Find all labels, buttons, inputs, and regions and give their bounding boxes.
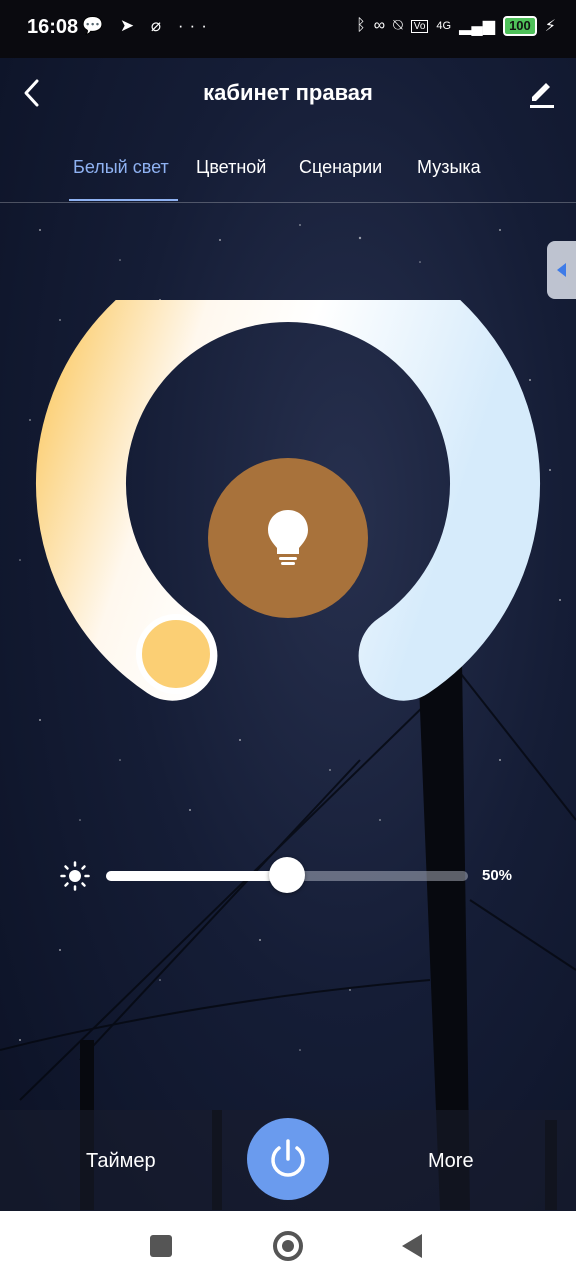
page-title: кабинет правая (203, 80, 373, 105)
home-circle-icon[interactable] (273, 1231, 303, 1261)
signal-4g-icon: 4G (436, 20, 452, 32)
app-icon: ⌀ (150, 16, 168, 35)
chat-icon: 💬 (82, 16, 110, 35)
screen: 16:08 💬 ➤ ⌀ ··· ᛒ ∞ ⍉ Vo 4G ▂▄▆ 100 ⚡ ка… (0, 0, 576, 1280)
tab-white-light[interactable]: Белый свет (73, 157, 169, 178)
charging-icon: ⚡ (544, 18, 556, 35)
power-button[interactable] (247, 1118, 329, 1200)
brightness-slider-fill (106, 871, 287, 881)
vibrate-off-icon: ⍉ (393, 17, 403, 34)
bulb-button[interactable] (208, 458, 368, 618)
system-nav-bar (0, 1211, 576, 1280)
caret-left-icon (557, 263, 566, 277)
link-icon: ∞ (373, 17, 386, 34)
active-tab-indicator (69, 199, 178, 201)
bluetooth-icon: ᛒ (356, 17, 366, 34)
signal-bars-icon: ▂▄▆ (459, 18, 496, 35)
side-panel-handle[interactable] (547, 241, 576, 299)
pencil-icon (530, 83, 554, 108)
status-notification-icons: 💬 ➤ ⌀ ··· (82, 16, 213, 36)
more-dots-icon: ··· (177, 16, 213, 35)
status-bar: 16:08 💬 ➤ ⌀ ··· ᛒ ∞ ⍉ Vo 4G ▂▄▆ 100 ⚡ (0, 0, 576, 58)
temperature-thumb[interactable] (136, 614, 216, 694)
recents-square-icon[interactable] (150, 1235, 172, 1257)
back-triangle-icon[interactable] (402, 1234, 422, 1258)
more-button[interactable]: More (428, 1150, 474, 1173)
telegram-icon: ➤ (119, 16, 141, 35)
volte-icon: Vo (410, 19, 429, 33)
timer-button[interactable]: Таймер (86, 1150, 156, 1173)
tab-color[interactable]: Цветной (196, 157, 266, 178)
power-icon (271, 1139, 305, 1177)
app-header: кабинет правая (0, 58, 576, 128)
brightness-slider-knob[interactable] (269, 857, 305, 893)
tab-music[interactable]: Музыка (417, 157, 481, 178)
edit-button[interactable] (524, 75, 560, 111)
status-time: 16:08 (27, 16, 79, 38)
brightness-percent: 50% (482, 867, 513, 884)
lightbulb-icon (268, 510, 308, 565)
battery-icon: 100 (503, 16, 537, 36)
sun-icon (60, 861, 90, 891)
status-system-icons: ᛒ ∞ ⍉ Vo 4G ▂▄▆ 100 ⚡ (356, 16, 556, 36)
mode-tabs: Белый свет Цветной Сценарии Музыка (0, 150, 576, 203)
tab-scenes[interactable]: Сценарии (299, 157, 382, 178)
brightness-control: 50% (0, 850, 576, 902)
